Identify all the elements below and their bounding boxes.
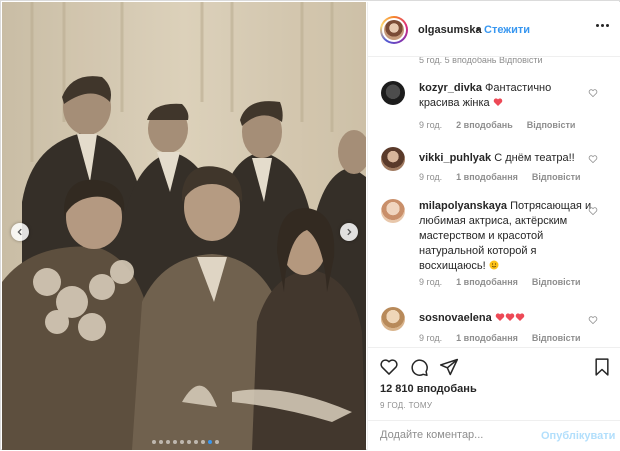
carousel-prev-button[interactable] (11, 223, 29, 241)
header-separator: • (476, 24, 480, 36)
carousel-dot (187, 440, 191, 444)
like-comment-icon[interactable] (588, 206, 598, 216)
carousel-next-button[interactable] (340, 223, 358, 241)
commenter-avatar[interactable] (381, 81, 405, 105)
commenter-avatar[interactable] (381, 147, 405, 171)
commenter-username[interactable]: sosnovaelena (419, 312, 492, 324)
reply-button[interactable]: Відповісти (527, 120, 576, 130)
comment-meta: 9 год. 1 вподобання Відповісти (419, 333, 581, 343)
commenter-avatar[interactable] (381, 199, 405, 223)
carousel-dot (173, 440, 177, 444)
post-photo[interactable] (2, 2, 366, 450)
commenter-username[interactable]: kozyr_divka (419, 82, 482, 94)
author-username[interactable]: olgasumska (418, 24, 482, 36)
comment-bubble-icon[interactable] (409, 357, 429, 377)
post-header: olgasumska • Стежити (368, 2, 620, 57)
post-side-panel: olgasumska • Стежити 5 год. 5 вподобань … (367, 2, 620, 450)
comment-likes[interactable]: 1 вподобання (456, 277, 518, 287)
carousel-dot (194, 440, 198, 444)
commenter-avatar[interactable] (381, 307, 405, 331)
share-paper-plane-icon[interactable] (439, 357, 459, 377)
comment-text: sosnovaelena (419, 311, 589, 326)
reply-button[interactable]: Відповісти (532, 333, 581, 343)
carousel-dot (201, 440, 205, 444)
post-timestamp: 9 ГОД. ТОМУ (380, 401, 433, 410)
more-options-icon[interactable] (596, 24, 609, 27)
comment-composer: Опублікувати (368, 420, 620, 451)
comment-likes[interactable]: 2 вподобань (456, 120, 513, 130)
comment-body: С днём театра!! (494, 152, 575, 164)
carousel-indicator (152, 440, 219, 444)
three-hearts-icon (495, 312, 525, 324)
like-heart-icon[interactable] (379, 357, 399, 377)
comment-meta: 9 год. 1 вподобання Відповісти (419, 172, 581, 182)
like-comment-icon[interactable] (588, 88, 598, 98)
commenter-username[interactable]: milapolyanskaya (419, 200, 507, 212)
comment-time: 9 год. (419, 172, 443, 182)
author-avatar[interactable] (380, 16, 408, 44)
like-comment-icon[interactable] (588, 315, 598, 325)
post-frame: olgasumska • Стежити 5 год. 5 вподобань … (0, 0, 620, 450)
comment-text: kozyr_divka Фантастично красива жінка (419, 81, 589, 111)
comments-list[interactable]: 5 год. 5 вподобань Відповісти kozyr_divk… (368, 57, 620, 347)
comment-text: milapolyanskaya Потрясающая и любимая ак… (419, 199, 594, 274)
post-actions: 12 810 вподобань 9 ГОД. ТОМУ Опублікуват… (368, 347, 620, 450)
comment-time: 9 год. (419, 120, 443, 130)
bookmark-icon[interactable] (592, 357, 612, 377)
heart-icon (493, 98, 502, 106)
vintage-group-photo (2, 2, 366, 450)
carousel-dot (159, 440, 163, 444)
carousel-dot (166, 440, 170, 444)
like-comment-icon[interactable] (588, 154, 598, 164)
carousel-dot (208, 440, 212, 444)
carousel-dot (180, 440, 184, 444)
comment-likes[interactable]: 1 вподобання (456, 172, 518, 182)
comment-text: vikki_puhlyak С днём театра!! (419, 151, 589, 166)
reply-button[interactable]: Відповісти (532, 172, 581, 182)
comment-meta: 9 год. 1 вподобання Відповісти (419, 277, 581, 287)
follow-button[interactable]: Стежити (484, 24, 530, 36)
chevron-left-icon (17, 228, 22, 236)
comment-input[interactable] (380, 429, 530, 441)
comment-time: 9 год. (419, 277, 443, 287)
carousel-dot (152, 440, 156, 444)
commenter-username[interactable]: vikki_puhlyak (419, 152, 491, 164)
chevron-right-icon (347, 228, 352, 236)
carousel-dot (215, 440, 219, 444)
reply-button[interactable]: Відповісти (532, 277, 581, 287)
smiling-face-icon (489, 260, 499, 270)
likes-count[interactable]: 12 810 вподобань (380, 383, 477, 395)
publish-button[interactable]: Опублікувати (541, 430, 615, 442)
comment-time: 9 год. (419, 333, 443, 343)
comment-meta: 9 год. 2 вподобань Відповісти (419, 120, 575, 130)
partial-comment-meta: 5 год. 5 вподобань Відповісти (419, 57, 543, 65)
comment-likes[interactable]: 1 вподобання (456, 333, 518, 343)
